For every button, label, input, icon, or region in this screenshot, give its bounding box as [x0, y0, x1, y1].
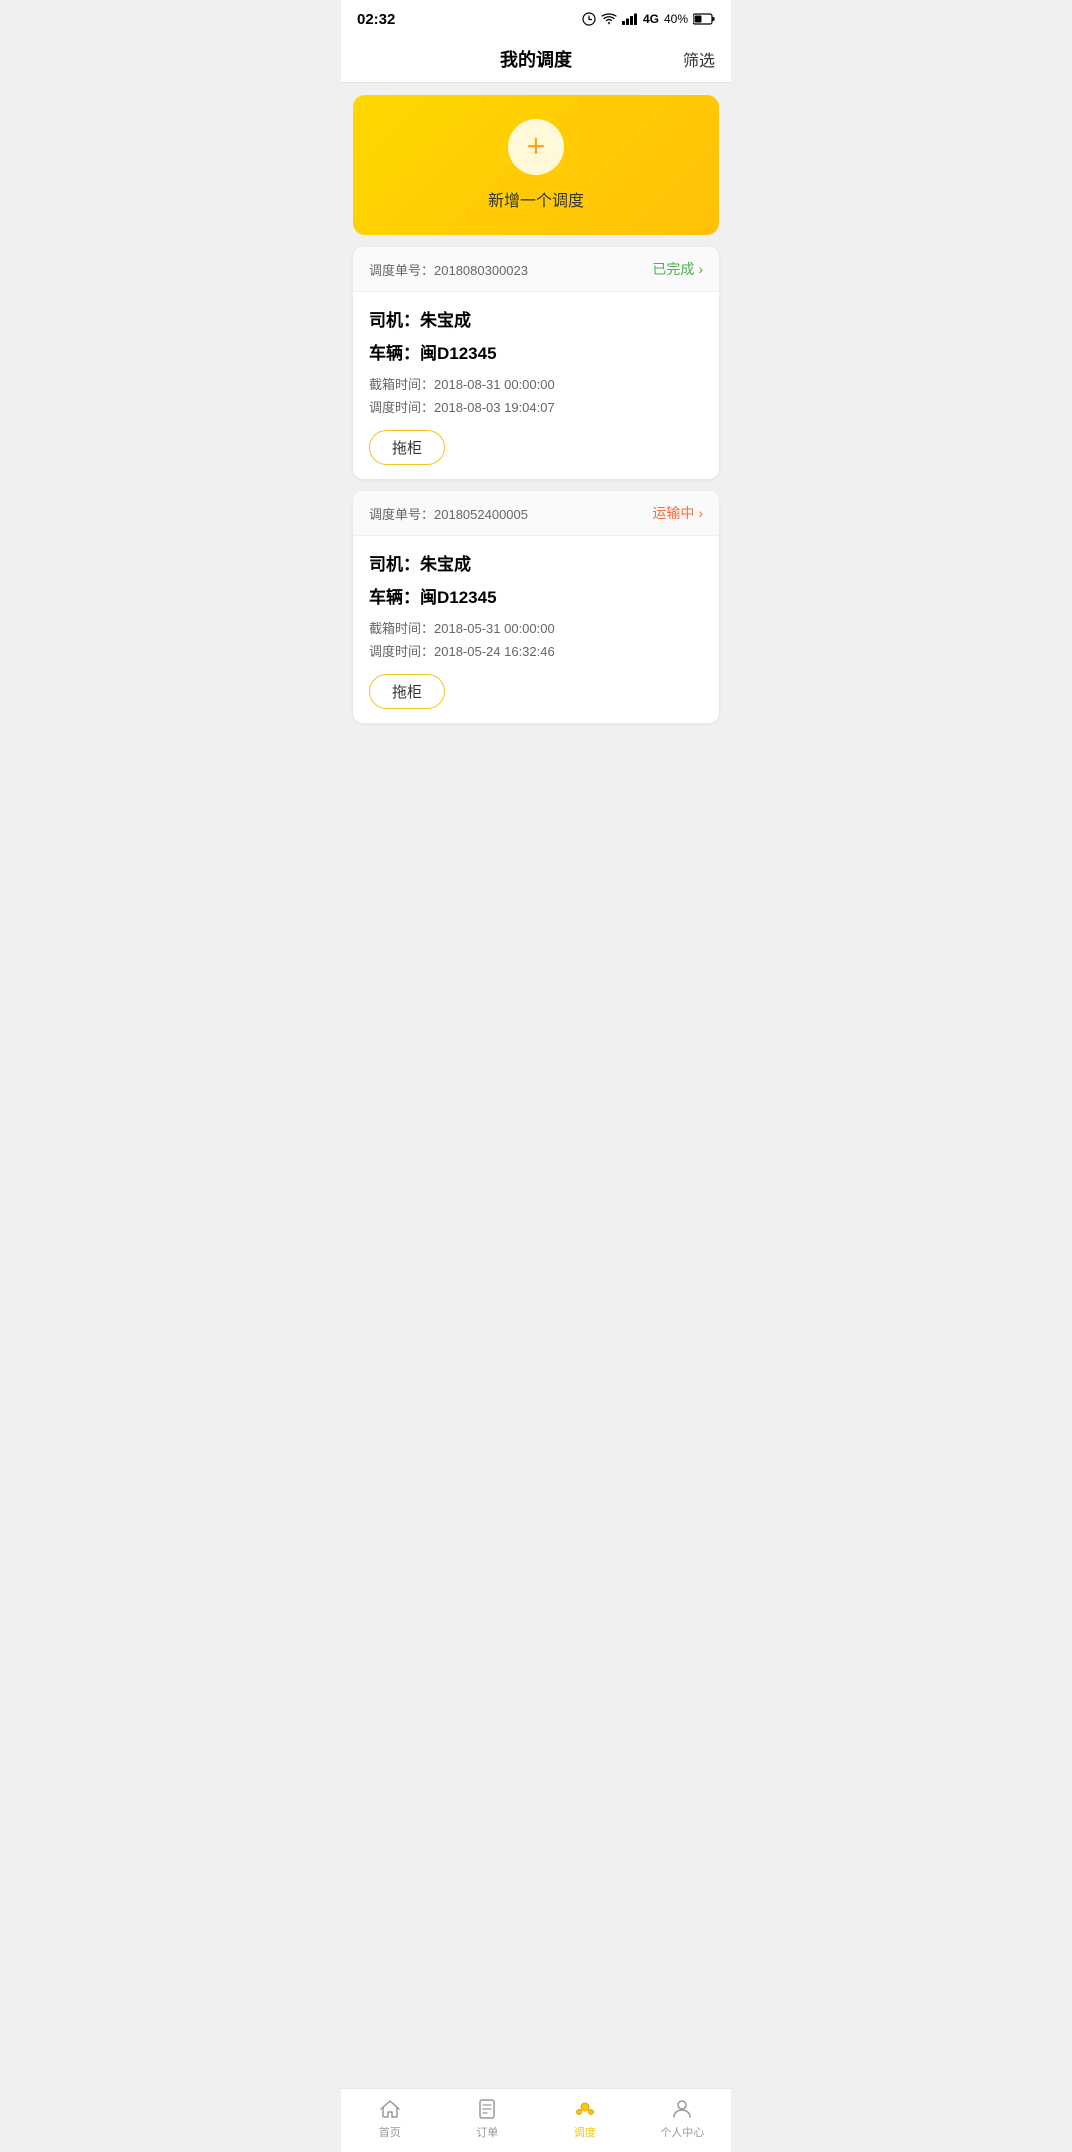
dispatch-time-2: 调度时间：2018-05-24 16:32:46 — [369, 641, 703, 660]
network-type: 4G — [643, 12, 659, 26]
vehicle-1: 车辆：闽D12345 — [369, 339, 703, 364]
tab-bar: 首页 订单 调度 个人中心 — [341, 2088, 731, 2152]
clock-icon — [582, 12, 596, 26]
cutoff-time-1: 截箱时间：2018-08-31 00:00:00 — [369, 374, 703, 393]
tag-row-2: 拖柜 — [369, 674, 703, 709]
tab-order-label: 订单 — [476, 2124, 498, 2140]
order-no-2: 调度单号：2018052400005 — [369, 504, 528, 523]
status-time: 02:32 — [357, 11, 395, 28]
dispatch-card-1[interactable]: 调度单号：2018080300023 已完成 › 司机：朱宝成 车辆：闽D123… — [353, 247, 719, 479]
tag-row-1: 拖柜 — [369, 430, 703, 465]
wifi-icon — [601, 13, 617, 25]
profile-icon — [670, 2097, 694, 2121]
home-icon — [378, 2097, 402, 2121]
tab-home[interactable]: 首页 — [341, 2097, 439, 2140]
tab-dispatch-label: 调度 — [574, 2124, 596, 2140]
main-content: + 新增一个调度 调度单号：2018080300023 已完成 › 司机：朱宝成… — [341, 83, 731, 827]
order-no-1: 调度单号：2018080300023 — [369, 260, 528, 279]
tab-home-label: 首页 — [379, 2124, 401, 2140]
order-icon — [475, 2097, 499, 2121]
battery-icon — [693, 13, 715, 25]
tab-profile[interactable]: 个人中心 — [634, 2097, 732, 2140]
add-dispatch-label: 新增一个调度 — [488, 187, 584, 211]
status-bar: 02:32 4G 40% — [341, 0, 731, 36]
battery-percent: 40% — [664, 12, 688, 26]
cutoff-time-2: 截箱时间：2018-05-31 00:00:00 — [369, 618, 703, 637]
add-circle: + — [508, 119, 564, 175]
vehicle-2: 车辆：闽D12345 — [369, 583, 703, 608]
driver-2: 司机：朱宝成 — [369, 550, 703, 575]
tab-dispatch[interactable]: 调度 — [536, 2097, 634, 2140]
tag-2: 拖柜 — [369, 674, 445, 709]
card-body-1: 司机：朱宝成 车辆：闽D12345 截箱时间：2018-08-31 00:00:… — [353, 292, 719, 479]
dispatch-time-1: 调度时间：2018-08-03 19:04:07 — [369, 397, 703, 416]
signal-icon — [622, 13, 638, 25]
nav-bar: 我的调度 筛选 — [341, 36, 731, 83]
dispatch-card-2[interactable]: 调度单号：2018052400005 运输中 › 司机：朱宝成 车辆：闽D123… — [353, 491, 719, 723]
card-body-2: 司机：朱宝成 车辆：闽D12345 截箱时间：2018-05-31 00:00:… — [353, 536, 719, 723]
dispatch-icon — [573, 2097, 597, 2121]
chevron-icon-1: › — [698, 261, 703, 277]
card-header-1: 调度单号：2018080300023 已完成 › — [353, 247, 719, 292]
status-2[interactable]: 运输中 › — [652, 503, 703, 523]
add-dispatch-card[interactable]: + 新增一个调度 — [353, 95, 719, 235]
chevron-icon-2: › — [698, 505, 703, 521]
plus-icon: + — [527, 130, 546, 162]
filter-button[interactable]: 筛选 — [675, 47, 715, 71]
tab-profile-label: 个人中心 — [660, 2124, 704, 2140]
status-1[interactable]: 已完成 › — [652, 259, 703, 279]
status-icons: 4G 40% — [582, 12, 715, 26]
tag-1: 拖柜 — [369, 430, 445, 465]
card-header-2: 调度单号：2018052400005 运输中 › — [353, 491, 719, 536]
driver-1: 司机：朱宝成 — [369, 306, 703, 331]
page-title: 我的调度 — [397, 46, 675, 72]
tab-order[interactable]: 订单 — [439, 2097, 537, 2140]
